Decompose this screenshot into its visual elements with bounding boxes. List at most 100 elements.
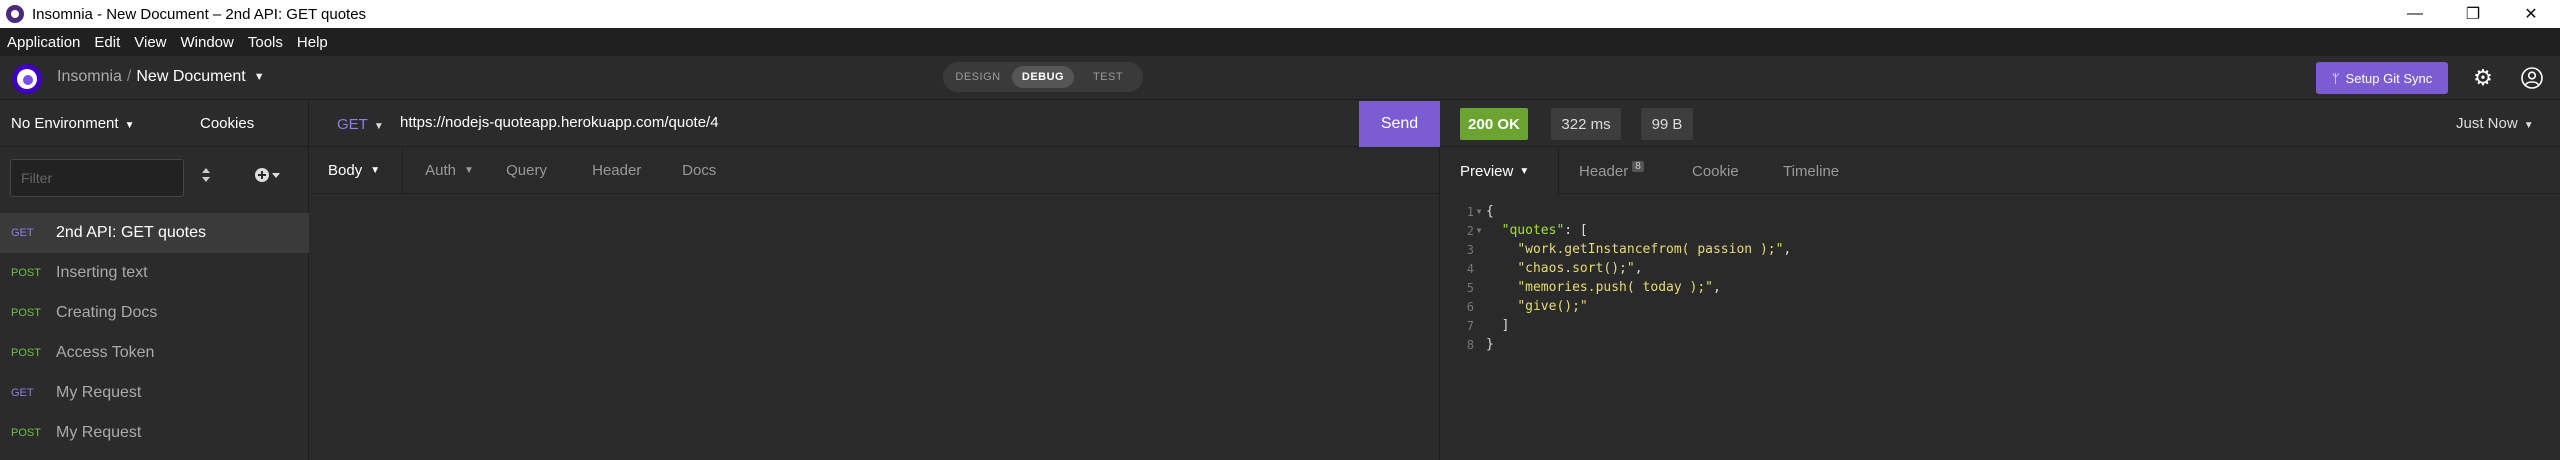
- fold-arrow-icon[interactable]: ▼: [1474, 226, 1484, 235]
- menu-tools[interactable]: Tools: [241, 34, 290, 51]
- caret-down-icon: ▼: [2523, 120, 2534, 131]
- url-input[interactable]: https://nodejs-quoteapp.herokuapp.com/qu…: [400, 114, 1000, 131]
- filter-row: [0, 157, 309, 197]
- method-select[interactable]: GET ▼: [337, 116, 384, 133]
- response-tabs: Preview ▼ Header 8 Cookie Timeline: [1441, 148, 2560, 194]
- status-badge: 200 OK: [1460, 108, 1528, 140]
- request-name: Inserting text: [56, 264, 148, 281]
- app-header: Insomnia / New Document ▼: [0, 56, 2560, 100]
- plus-circle-icon: [255, 168, 280, 182]
- mode-design-tab[interactable]: DESIGN: [947, 66, 1009, 88]
- request-name: My Request: [56, 384, 142, 401]
- menu-view[interactable]: View: [127, 34, 173, 51]
- code-line: 4 "chaos.sort();",: [1441, 259, 2560, 278]
- response-history-select[interactable]: Just Now ▼: [2456, 115, 2534, 132]
- code-line: 5 "memories.push( today );",: [1441, 278, 2560, 297]
- request-item[interactable]: GET 2nd API: GET quotes: [0, 213, 309, 253]
- tab-body-label: Body: [328, 162, 363, 179]
- line-number: 1: [1466, 204, 1474, 219]
- maximize-button[interactable]: ❐: [2444, 0, 2502, 28]
- tab-body[interactable]: Body ▼: [310, 147, 404, 194]
- request-method-badge: POST: [11, 267, 41, 279]
- line-number: 6: [1466, 299, 1474, 314]
- code-text: ,: [1783, 242, 1792, 257]
- request-item[interactable]: POST My Request: [0, 413, 309, 453]
- tab-auth[interactable]: Auth ▼: [403, 148, 506, 194]
- response-body-viewer[interactable]: 1 ▼ { 2 ▼ "quotes": [ 3 "work.getInstanc…: [1441, 202, 2560, 354]
- url-bar: GET ▼ https://nodejs-quoteapp.herokuapp.c…: [310, 101, 1440, 147]
- response-pane: 200 OK 322 ms 99 B Just Now ▼ Preview ▼ He…: [1441, 101, 2560, 460]
- caret-down-icon: ▼: [370, 165, 381, 176]
- request-item[interactable]: POST Creating Docs: [0, 293, 309, 333]
- minimize-button[interactable]: —: [2386, 0, 2444, 28]
- json-string: "chaos.sort();": [1517, 261, 1635, 276]
- tab-header[interactable]: Header: [592, 148, 682, 194]
- environment-label: No Environment: [11, 115, 119, 132]
- insomnia-logo-icon[interactable]: [12, 64, 42, 94]
- response-status-bar: 200 OK 322 ms 99 B Just Now ▼: [1441, 101, 2560, 147]
- code-text: ,: [1634, 261, 1643, 276]
- request-tabs: Body ▼ Auth ▼ Query Header Docs: [310, 147, 1440, 194]
- window-title: Insomnia - New Document – 2nd API: GET q…: [32, 5, 367, 23]
- line-number: 7: [1466, 318, 1474, 333]
- tab-docs[interactable]: Docs: [682, 148, 742, 194]
- mode-debug-tab[interactable]: DEBUG: [1012, 66, 1074, 88]
- response-time-badge: 322 ms: [1551, 108, 1621, 140]
- breadcrumb-workspace[interactable]: Insomnia: [57, 68, 122, 86]
- code-line: 6 "give();": [1441, 297, 2560, 316]
- caret-down-icon[interactable]: ▼: [254, 71, 265, 83]
- tab-preview[interactable]: Preview ▼: [1441, 148, 1559, 194]
- json-string: "work.getInstancefrom( passion );": [1517, 242, 1784, 257]
- breadcrumb: Insomnia / New Document ▼: [57, 68, 265, 86]
- environment-select[interactable]: No Environment ▼: [11, 115, 134, 132]
- code-text: ,: [1712, 280, 1721, 295]
- menu-edit[interactable]: Edit: [87, 34, 127, 51]
- fold-arrow-icon[interactable]: ▼: [1474, 207, 1484, 216]
- send-button[interactable]: Send: [1359, 101, 1440, 147]
- json-string: "give();": [1517, 299, 1588, 314]
- mode-test-tab[interactable]: TEST: [1077, 66, 1139, 88]
- code-text: : [: [1564, 223, 1588, 238]
- json-key: "quotes": [1501, 223, 1565, 238]
- request-item[interactable]: POST Inserting text: [0, 253, 309, 293]
- insomnia-app-icon: [6, 5, 24, 23]
- history-label: Just Now: [2456, 115, 2518, 132]
- request-name: Access Token: [56, 344, 155, 361]
- tab-cookie[interactable]: Cookie: [1692, 148, 1739, 194]
- request-item[interactable]: POST Access Token: [0, 333, 309, 373]
- method-label: GET: [337, 116, 368, 133]
- sort-button[interactable]: [200, 167, 212, 186]
- line-number: 5: [1466, 280, 1474, 295]
- code-text: {: [1486, 204, 1494, 219]
- menu-help[interactable]: Help: [290, 34, 335, 51]
- caret-down-icon: ▼: [1519, 165, 1530, 177]
- menu-application[interactable]: Application: [0, 34, 87, 51]
- cookies-button[interactable]: Cookies: [200, 115, 254, 132]
- code-line: 8 }: [1441, 335, 2560, 354]
- breadcrumb-document[interactable]: New Document: [136, 68, 245, 86]
- filter-input[interactable]: [10, 159, 184, 197]
- tab-preview-label: Preview: [1460, 162, 1514, 180]
- setup-git-sync-button[interactable]: ᛘ Setup Git Sync: [2316, 62, 2448, 94]
- request-name: 2nd API: GET quotes: [56, 224, 207, 241]
- tab-response-header[interactable]: Header 8: [1579, 148, 1644, 194]
- caret-down-icon: ▼: [463, 165, 474, 176]
- request-name: My Request: [56, 424, 142, 441]
- account-button[interactable]: [2517, 63, 2547, 93]
- breadcrumb-separator: /: [126, 68, 132, 85]
- settings-button[interactable]: ⚙: [2468, 63, 2498, 93]
- header-count-badge: 8: [1632, 160, 1644, 172]
- menu-window[interactable]: Window: [174, 34, 241, 51]
- close-button[interactable]: ✕: [2502, 0, 2560, 28]
- code-text: }: [1486, 337, 1494, 352]
- request-item[interactable]: GET My Request: [0, 373, 309, 413]
- git-sync-label: Setup Git Sync: [2345, 70, 2433, 86]
- tab-timeline[interactable]: Timeline: [1783, 148, 1839, 194]
- add-request-button[interactable]: [254, 167, 282, 187]
- sort-icon: [202, 168, 210, 182]
- tab-query[interactable]: Query: [506, 148, 592, 194]
